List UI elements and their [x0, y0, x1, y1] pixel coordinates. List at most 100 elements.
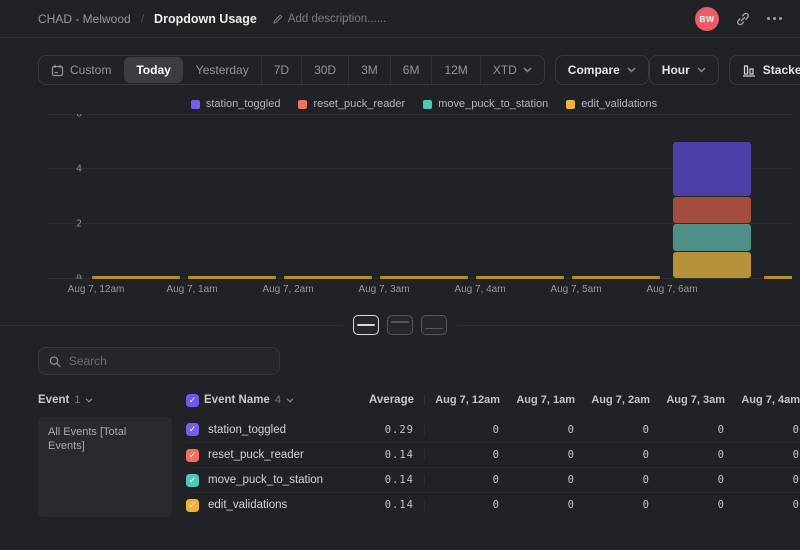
granularity-button[interactable]: Hour	[648, 55, 719, 85]
x-axis-tick: Aug 7, 2am	[262, 284, 314, 295]
table-row-move_puck_to_station[interactable]: ✓ move_puck_to_station 0.14 0 0 0 0 0	[186, 467, 800, 492]
x-axis-tick: Aug 7, 12am	[67, 284, 125, 295]
date-column-header[interactable]: Aug 7, 12am	[425, 394, 500, 406]
date-range-segmented-control: Custom Today Yesterday 7D 30D 3M 6M 12M XTD	[38, 55, 545, 85]
add-description-button[interactable]: Add description......	[273, 13, 386, 25]
legend-swatch	[423, 99, 433, 109]
x-axis-tick	[720, 284, 792, 295]
zero-value-bar	[476, 276, 564, 279]
layout-table-only-button[interactable]	[421, 315, 447, 335]
compare-button[interactable]: Compare	[554, 55, 649, 85]
cell-value: 0	[717, 474, 725, 486]
bar-segment-reset_puck_reader[interactable]	[673, 196, 751, 223]
event-name-column-count: 4	[274, 394, 281, 406]
top-bar: CHAD - Melwood / Dropdown Usage Add desc…	[0, 0, 800, 38]
average-value: 0.14	[384, 474, 414, 486]
cell-value: 0	[642, 423, 650, 436]
cell-value: 0	[567, 499, 575, 511]
avatar[interactable]: BW	[695, 6, 719, 31]
layout-chart-only-button[interactable]	[387, 315, 413, 335]
zero-value-bar	[284, 276, 372, 279]
event-group-cell[interactable]: All Events [Total Events]	[38, 417, 172, 517]
chart-x-axis-labels: Aug 7, 12am Aug 7, 1am Aug 7, 2am Aug 7, 3a…	[48, 284, 792, 295]
chart-column-Aug 7, 6am	[664, 114, 760, 279]
date-column-header[interactable]: Aug 7, 1am	[500, 394, 575, 406]
y-axis-tick: 2	[75, 218, 82, 230]
toolbar: Custom Today Yesterday 7D 30D 3M 6M 12M XTD Comp…	[38, 55, 800, 85]
date-range-xtd[interactable]: XTD	[479, 56, 544, 84]
event-name-column-header[interactable]: ✓ Event Name 4	[186, 393, 356, 407]
chevron-down-icon	[286, 397, 294, 403]
chart-column-Aug 7, 3am	[376, 114, 472, 279]
legend-item-station_toggled[interactable]: station_toggled	[190, 98, 281, 110]
search-input[interactable]	[68, 354, 269, 368]
chevron-down-icon	[86, 397, 93, 403]
date-range-yesterday[interactable]: Yesterday	[184, 56, 261, 84]
legend-item-edit_validations[interactable]: edit_validations	[566, 98, 657, 110]
table-row-station_toggled[interactable]: ✓ station_toggled 0.29 0 0 0 0 0	[186, 417, 800, 442]
zero-value-bar	[92, 276, 180, 279]
row-checkbox[interactable]: ✓	[186, 423, 199, 436]
x-axis-tick: Aug 7, 5am	[550, 284, 602, 295]
search-box[interactable]	[38, 347, 280, 375]
layout-split-view-button[interactable]	[353, 315, 379, 335]
bar-segment-station_toggled[interactable]	[673, 141, 751, 196]
chart-column-Aug 7, 12am	[88, 114, 184, 279]
more-menu-icon[interactable]	[767, 17, 782, 20]
date-range-12m[interactable]: 12M	[431, 56, 479, 84]
date-range-6m[interactable]: 6M	[389, 56, 432, 84]
x-axis-tick: Aug 7, 3am	[358, 284, 410, 295]
cell-value: 0	[492, 449, 500, 461]
table-row-edit_validations[interactable]: ✓ edit_validations 0.14 0 0 0 0 0	[186, 492, 800, 517]
chart-column-Aug 7, 2am	[280, 114, 376, 279]
stacked-column-chart: 0246 Aug 7, 12am Aug 7, 1am Aug 7, 2am Aug …	[8, 114, 792, 295]
stacked-column-icon	[742, 64, 755, 77]
table-row-reset_puck_reader[interactable]: ✓ reset_puck_reader 0.14 0 0 0 0 0	[186, 442, 800, 467]
event-name: reset_puck_reader	[208, 449, 304, 461]
cell-value: 0	[717, 449, 725, 461]
event-column-header[interactable]: Event 1	[38, 394, 172, 406]
legend-item-reset_puck_reader[interactable]: reset_puck_reader	[298, 98, 405, 110]
date-column-header[interactable]: Aug 7, 2am	[575, 394, 650, 406]
cell-value: 0	[492, 474, 500, 486]
search-icon	[49, 355, 61, 367]
average-column-header[interactable]: Average	[356, 394, 414, 406]
zero-value-bar	[572, 276, 660, 279]
row-checkbox[interactable]: ✓	[186, 473, 199, 487]
cell-value: 0	[567, 474, 575, 486]
cell-value: 0	[717, 499, 725, 511]
cell-value: 0	[492, 499, 500, 511]
legend-label: station_toggled	[205, 98, 281, 110]
date-column-header[interactable]: Aug 7, 3am	[650, 394, 725, 406]
x-axis-tick: Aug 7, 4am	[454, 284, 506, 295]
legend-swatch	[298, 99, 308, 109]
date-range-30d[interactable]: 30D	[301, 56, 348, 84]
cell-value: 0	[642, 474, 650, 486]
chart-column-Aug 7, 5am	[568, 114, 664, 279]
calendar-icon	[51, 64, 64, 76]
event-column-label: Event	[38, 394, 70, 406]
date-range-3m[interactable]: 3M	[348, 56, 390, 84]
compare-label: Compare	[567, 63, 620, 77]
cell-value: 0	[642, 449, 650, 461]
date-range-7d[interactable]: 7D	[260, 56, 301, 84]
legend-item-move_puck_to_station[interactable]: move_puck_to_station	[423, 98, 548, 110]
cell-value: 0	[792, 423, 800, 436]
date-range-custom[interactable]: Custom	[39, 56, 123, 84]
pencil-icon	[273, 13, 283, 24]
x-axis-tick: Aug 7, 1am	[166, 284, 218, 295]
row-checkbox[interactable]: ✓	[186, 498, 199, 512]
section-divider	[0, 311, 800, 339]
select-all-checkbox[interactable]: ✓	[186, 393, 199, 407]
cell-value: 0	[642, 499, 650, 511]
legend-label: move_puck_to_station	[438, 98, 549, 110]
date-range-today[interactable]: Today	[124, 57, 183, 83]
bar-segment-move_puck_to_station[interactable]	[673, 224, 751, 251]
chart-type-button[interactable]: Stacked Column	[728, 55, 800, 85]
row-checkbox[interactable]: ✓	[186, 448, 199, 462]
breadcrumb-project[interactable]: CHAD - Melwood	[38, 12, 131, 26]
share-link-icon[interactable]	[735, 11, 751, 27]
event-column-count: 1	[74, 394, 81, 406]
bar-segment-edit_validations[interactable]	[673, 251, 751, 278]
date-column-header[interactable]: Aug 7, 4am	[725, 394, 800, 406]
